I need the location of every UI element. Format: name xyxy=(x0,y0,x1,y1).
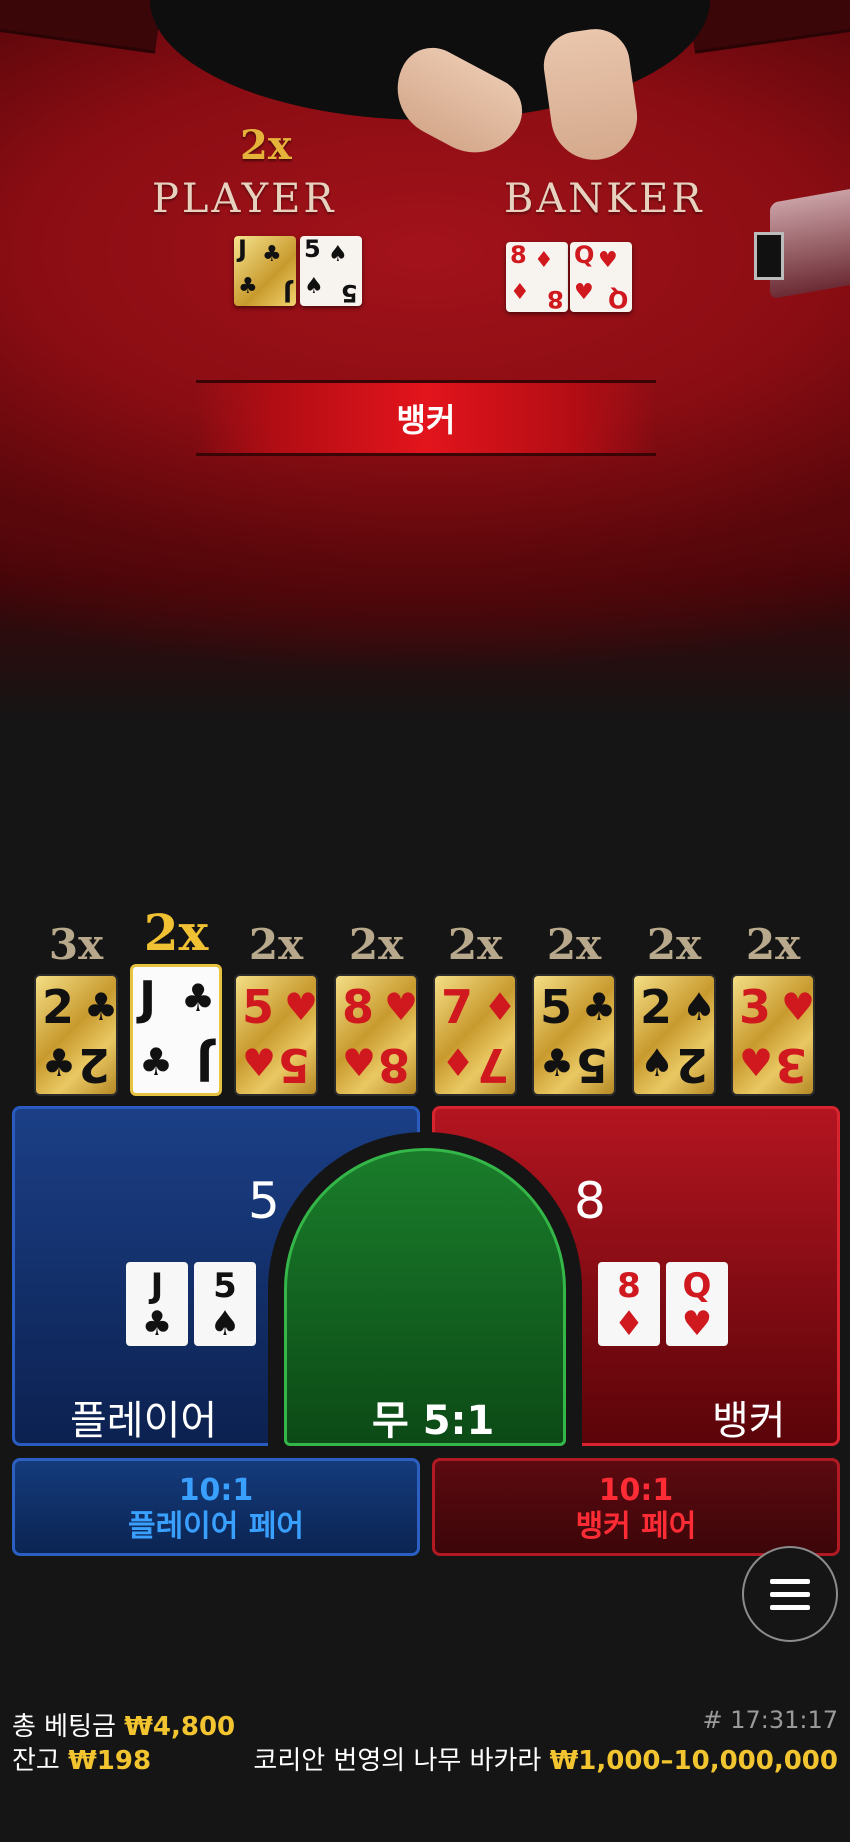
road-multiplier: 2x xyxy=(143,903,209,962)
card-shoe-slot xyxy=(754,232,784,280)
table-banker-label: BANKER xyxy=(504,176,705,222)
table-player-card-2: 5 ♠ ♠ 5 xyxy=(300,236,362,307)
road-multiplier: 2x xyxy=(447,920,503,969)
table-banker-card-1: 8 ♦ ♦ 8 xyxy=(506,242,568,313)
banker-spot-card-2: Q ♥ xyxy=(666,1262,728,1346)
balance-value: ₩198 xyxy=(68,1746,152,1776)
table-name: 코리안 번영의 나무 바카라 xyxy=(253,1746,542,1776)
total-bet-value: ₩4,800 xyxy=(124,1712,236,1742)
road-multiplier: 2x xyxy=(348,920,404,969)
road-card: 5 ♥ ♥ 5 xyxy=(234,974,318,1096)
live-video-feed: 2x PLAYER BANKER J ♣ ♣ J 5 ♠ ♠ 5 8 ♦ ♦ 8… xyxy=(0,0,850,720)
road-multiplier: 2x xyxy=(546,920,602,969)
table-rail-left xyxy=(0,0,164,54)
player-spot-card-2: 5 ♠ xyxy=(194,1262,256,1346)
table-multiplier: 2x xyxy=(240,122,292,169)
banker-pair-bet-spot[interactable]: 10:1 뱅커 페어 xyxy=(432,1458,840,1556)
player-pair-bet-spot[interactable]: 10:1 플레이어 페어 xyxy=(12,1458,420,1556)
balance: 잔고 ₩198 xyxy=(12,1740,151,1777)
banker-pair-odds: 10:1 xyxy=(598,1473,674,1508)
road-card: 7 ♦ ♦ 7 xyxy=(433,974,517,1096)
banker-spot-card-1: 8 ♦ xyxy=(598,1262,660,1346)
tie-spot-label: 무 5:1 xyxy=(372,1398,495,1444)
total-bet-label: 총 베팅금 xyxy=(12,1712,116,1742)
road-multiplier: 2x xyxy=(248,920,304,969)
player-pair-odds: 10:1 xyxy=(178,1473,254,1508)
player-pair-label: 플레이어 페어 xyxy=(127,1509,305,1544)
table-info: 코리안 번영의 나무 바카라 ₩1,000–10,000,000 xyxy=(253,1740,838,1777)
road-card: 2 ♣ ♣ 2 xyxy=(34,974,118,1096)
road-multiplier: 2x xyxy=(745,920,801,969)
road-card: 8 ♥ ♥ 8 xyxy=(334,974,418,1096)
player-spot-label: 플레이어 xyxy=(70,1398,218,1444)
table-player-label: PLAYER xyxy=(152,176,337,222)
total-bet: 총 베팅금 ₩4,800 xyxy=(12,1706,235,1743)
result-banner: 뱅커 xyxy=(196,380,656,456)
road-card: 3 ♥ ♥ 3 xyxy=(731,974,815,1096)
road-multiplier: 3x xyxy=(48,920,104,969)
road-multiplier: 2x xyxy=(646,920,702,969)
banker-spot-label: 뱅커 xyxy=(712,1398,786,1444)
table-player-card-1: J ♣ ♣ J xyxy=(234,236,296,307)
table-rail-right xyxy=(686,0,850,54)
banker-score: 8 xyxy=(574,1172,606,1230)
menu-button[interactable] xyxy=(742,1546,838,1642)
hamburger-menu-icon xyxy=(770,1591,810,1597)
hamburger-menu-icon xyxy=(770,1578,810,1584)
table-banker-card-2: Q ♥ ♥ Q xyxy=(570,242,632,313)
game-id-time: # 17:31:17 xyxy=(702,1706,838,1734)
player-score: 5 xyxy=(248,1172,280,1230)
player-spot-card-1: J ♣ xyxy=(126,1262,188,1346)
balance-label: 잔고 xyxy=(12,1746,60,1776)
table-limits: ₩1,000–10,000,000 xyxy=(549,1746,838,1776)
hamburger-menu-icon xyxy=(770,1604,810,1610)
road-card: 2 ♠ ♠ 2 xyxy=(632,974,716,1096)
road-card: 5 ♣ ♣ 5 xyxy=(532,974,616,1096)
banker-pair-label: 뱅커 페어 xyxy=(575,1509,697,1544)
road-card-current: J ♣ ♣ J xyxy=(130,964,222,1096)
